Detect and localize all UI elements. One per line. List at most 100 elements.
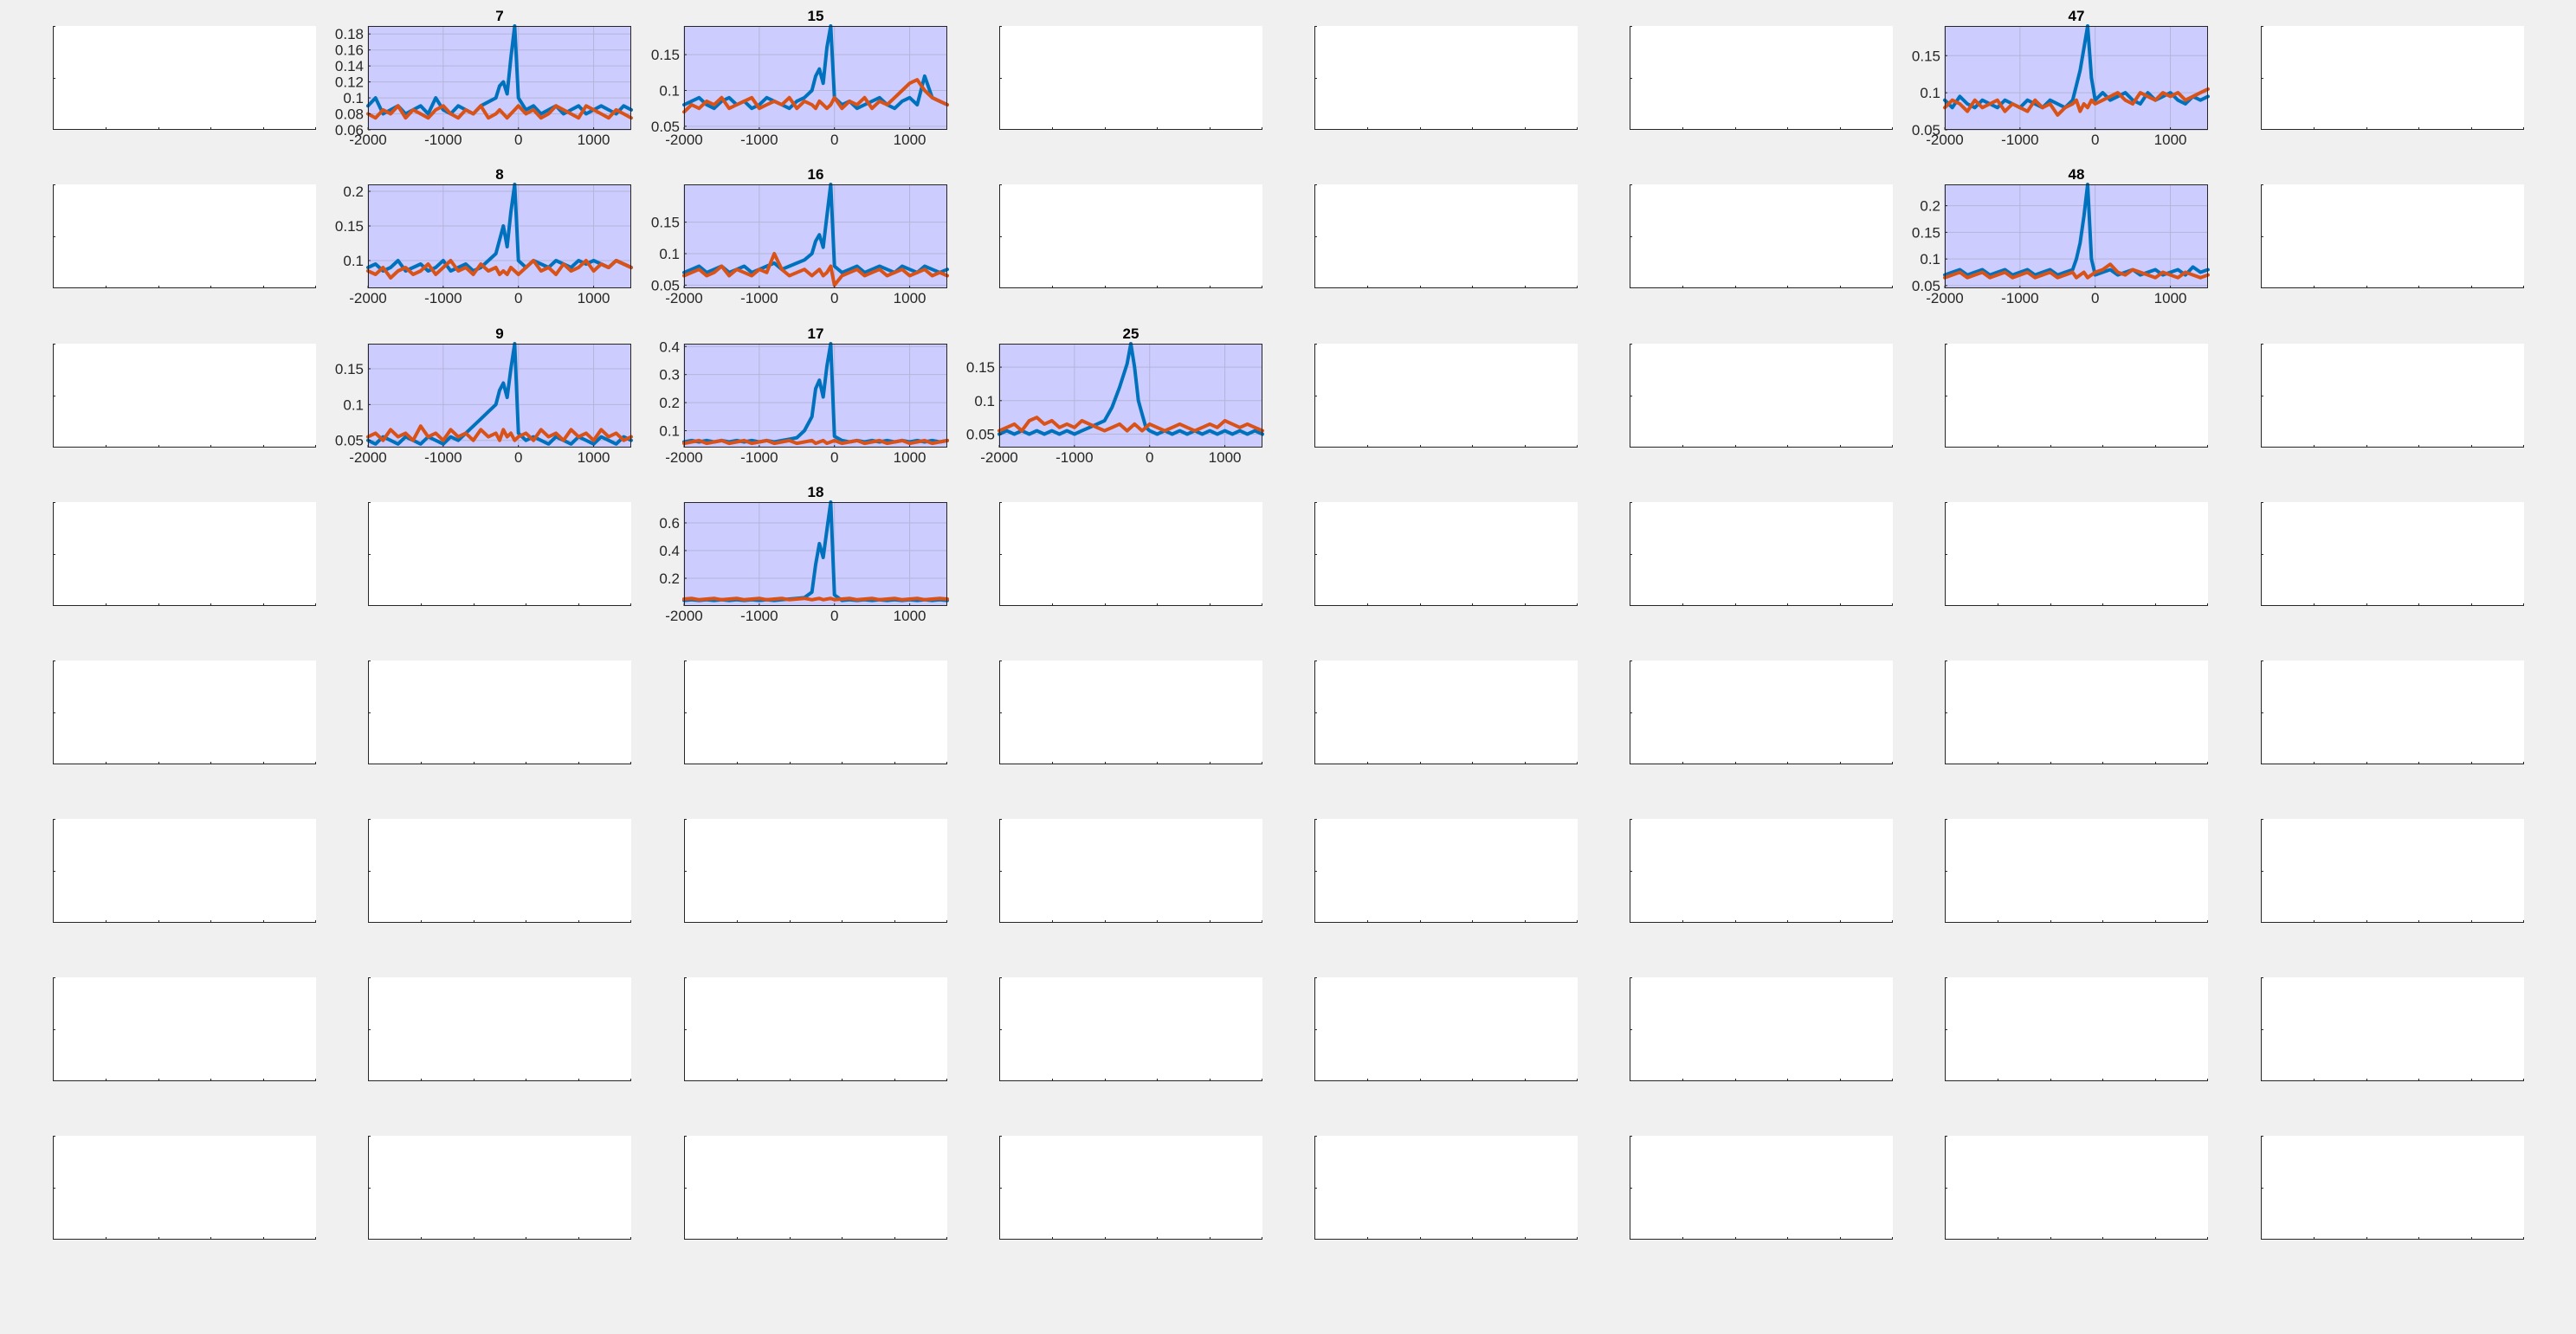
x-tick-label: 1000	[578, 132, 610, 148]
axes-background	[999, 977, 1262, 1081]
panel-title: 9	[495, 325, 503, 342]
empty-axes-svg	[53, 26, 316, 130]
empty-axes	[1630, 344, 1893, 448]
axes-background	[368, 819, 631, 923]
empty-axes-svg	[368, 977, 631, 1081]
axes-background	[1314, 502, 1578, 606]
empty-axes	[53, 1136, 316, 1240]
axes-background	[1630, 502, 1893, 606]
chart-panel-8: -2000 -1000 0 1000 0.1 0.15 0.2 8	[335, 166, 633, 306]
empty-axes	[1314, 977, 1578, 1081]
x-tick-label: 0	[2091, 290, 2099, 306]
panel-title: 18	[808, 484, 824, 500]
x-tick-label: 1000	[894, 290, 926, 306]
empty-axes-svg	[1630, 661, 1893, 764]
x-tick-label: 0	[830, 132, 838, 148]
axes-background	[1630, 344, 1893, 448]
axes-background	[368, 977, 631, 1081]
empty-axes	[999, 184, 1262, 288]
chart-panel-16: -2000 -1000 0 10000.050.10.1516	[651, 166, 949, 306]
chart-panel-48: -2000 -1000 0 10000.050.10.150.248	[1912, 166, 2210, 306]
y-tick-label: 0.14	[335, 58, 364, 74]
empty-axes	[1314, 1136, 1578, 1240]
x-tick-label: -1000	[424, 132, 462, 148]
figure-canvas: -2000 -1000 0 1000 0.06 0.08 0.1 0.12 0.14 0.16 0.…	[0, 0, 2576, 1334]
empty-axes	[1630, 661, 1893, 764]
y-tick-label: 0.15	[1912, 48, 1940, 64]
empty-axes	[1314, 344, 1578, 448]
y-tick-label: 0.05	[1912, 278, 1940, 294]
axes-background	[999, 26, 1262, 130]
empty-axes-svg	[684, 661, 947, 764]
y-tick-label: 0.15	[1912, 224, 1940, 241]
panel-title: 15	[808, 8, 824, 24]
empty-axes	[368, 502, 631, 606]
empty-axes-svg	[1945, 502, 2208, 606]
axes-background	[2261, 184, 2524, 288]
y-tick-label: 0.2	[659, 395, 680, 411]
y-tick-label: 0.1	[659, 423, 680, 440]
axes-panel-18: -2000 -1000 0 1000 0.2 0.4 0.6 18	[659, 484, 949, 624]
axes-background	[53, 1136, 316, 1240]
empty-axes-svg	[999, 977, 1262, 1081]
axes-background	[53, 819, 316, 923]
empty-axes	[684, 661, 947, 764]
axes-background	[999, 184, 1262, 288]
empty-axes-svg	[53, 819, 316, 923]
empty-axes	[368, 819, 631, 923]
axes-background	[1945, 819, 2208, 923]
empty-axes-svg	[53, 502, 316, 606]
empty-axes-svg	[684, 819, 947, 923]
axes-background	[368, 1136, 631, 1240]
x-tick-label: -1000	[2001, 290, 2038, 306]
y-tick-label: 0.15	[651, 47, 680, 63]
x-tick-label: -2000	[665, 608, 702, 624]
empty-axes-svg	[1630, 1136, 1893, 1240]
axes-background	[684, 502, 947, 606]
empty-axes-svg	[368, 819, 631, 923]
y-tick-label: 0.18	[335, 26, 364, 42]
y-tick-label: 0.05	[335, 433, 364, 449]
empty-axes-svg	[2261, 26, 2524, 130]
axes-background	[684, 977, 947, 1081]
axes-background	[2261, 819, 2524, 923]
x-tick-label: 1000	[1209, 449, 1242, 466]
axes-background	[1314, 26, 1578, 130]
empty-axes	[1945, 1136, 2208, 1240]
x-tick-label: 0	[514, 449, 522, 466]
empty-axes	[53, 184, 316, 288]
x-tick-label: 1000	[894, 608, 926, 624]
empty-axes	[368, 661, 631, 764]
x-tick-label: 1000	[578, 449, 610, 466]
empty-axes	[2261, 1136, 2524, 1240]
axes-background	[1314, 661, 1578, 764]
empty-axes-svg	[1314, 977, 1578, 1081]
empty-axes-svg	[1630, 977, 1893, 1081]
y-tick-label: 0.2	[1920, 198, 1940, 215]
x-tick-label: 1000	[894, 132, 926, 148]
empty-axes	[1945, 977, 2208, 1081]
x-tick-label: 0	[830, 290, 838, 306]
empty-axes	[1945, 819, 2208, 923]
empty-axes-svg	[53, 184, 316, 288]
axes-background	[53, 977, 316, 1081]
y-tick-label: 0.1	[1920, 251, 1940, 267]
chart-panel-25: -2000 -1000 0 1000 0.05 0.1 0.15 25	[966, 325, 1264, 466]
empty-axes-svg	[1945, 344, 2208, 448]
y-tick-label: 0.15	[335, 361, 364, 377]
y-tick-label: 0.05	[651, 277, 680, 293]
axes-background	[1314, 184, 1578, 288]
empty-axes	[999, 26, 1262, 130]
empty-axes	[53, 819, 316, 923]
empty-axes	[1314, 819, 1578, 923]
y-tick-label: 0.15	[966, 359, 995, 376]
x-tick-label: -2000	[980, 449, 1017, 466]
empty-axes	[1630, 977, 1893, 1081]
axes-background	[1945, 344, 2208, 448]
axes-background	[53, 26, 316, 130]
empty-axes	[684, 819, 947, 923]
axes-background	[1945, 1136, 2208, 1240]
axes-background	[53, 184, 316, 288]
y-tick-label: 0.6	[659, 515, 680, 532]
series-line-2	[682, 596, 949, 602]
